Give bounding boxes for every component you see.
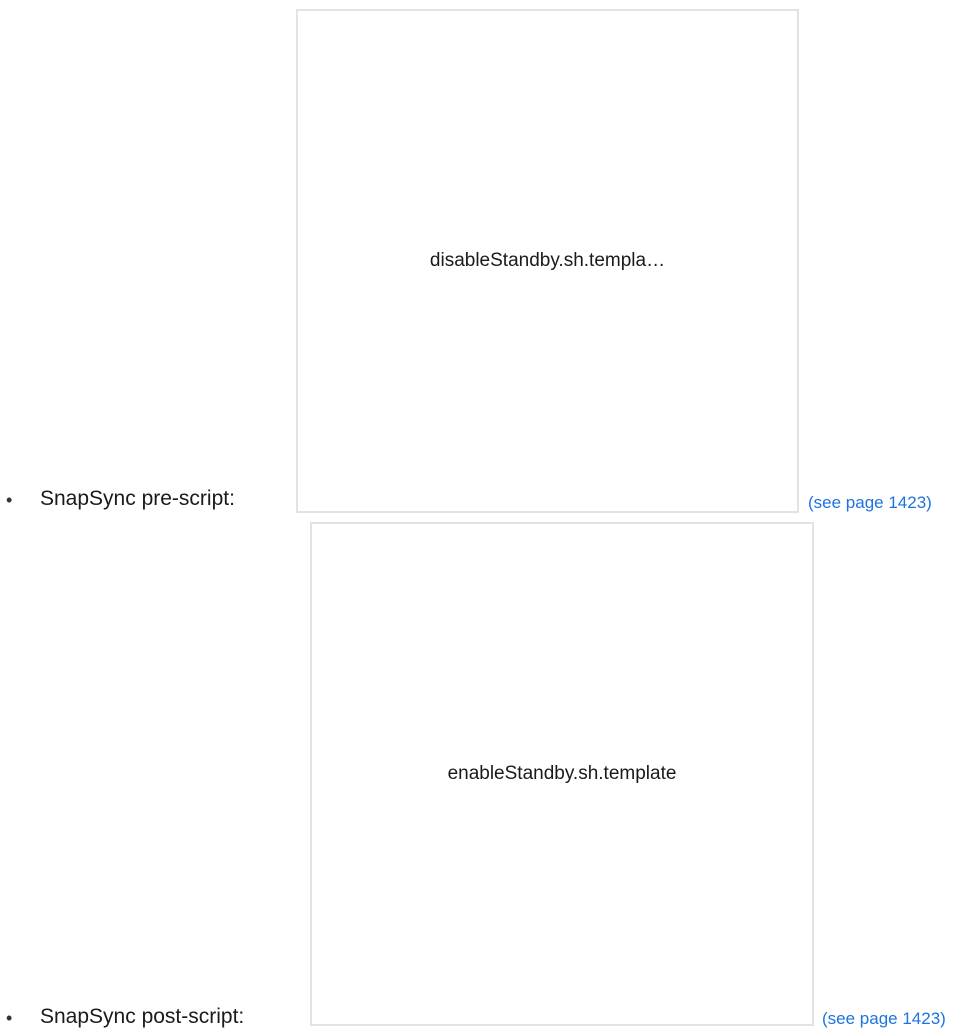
list-bullet: •: [6, 490, 13, 510]
list-bullet: •: [6, 1008, 13, 1028]
pre-script-see-page-link[interactable]: (see page 1423): [808, 492, 932, 514]
document-page: disableStandby.sh.templa… • SnapSync pre…: [0, 0, 963, 1030]
pre-script-file-name: disableStandby.sh.templa…: [429, 250, 666, 271]
post-script-file-name: enableStandby.sh.template: [447, 763, 677, 784]
post-script-label: SnapSync post-script:: [40, 1005, 245, 1028]
pre-script-attachment-frame[interactable]: disableStandby.sh.templa…: [296, 9, 799, 513]
pre-script-label: SnapSync pre-script:: [40, 487, 235, 510]
post-script-see-page-link[interactable]: (see page 1423): [822, 1008, 946, 1030]
post-script-attachment-frame[interactable]: enableStandby.sh.template: [310, 522, 814, 1026]
